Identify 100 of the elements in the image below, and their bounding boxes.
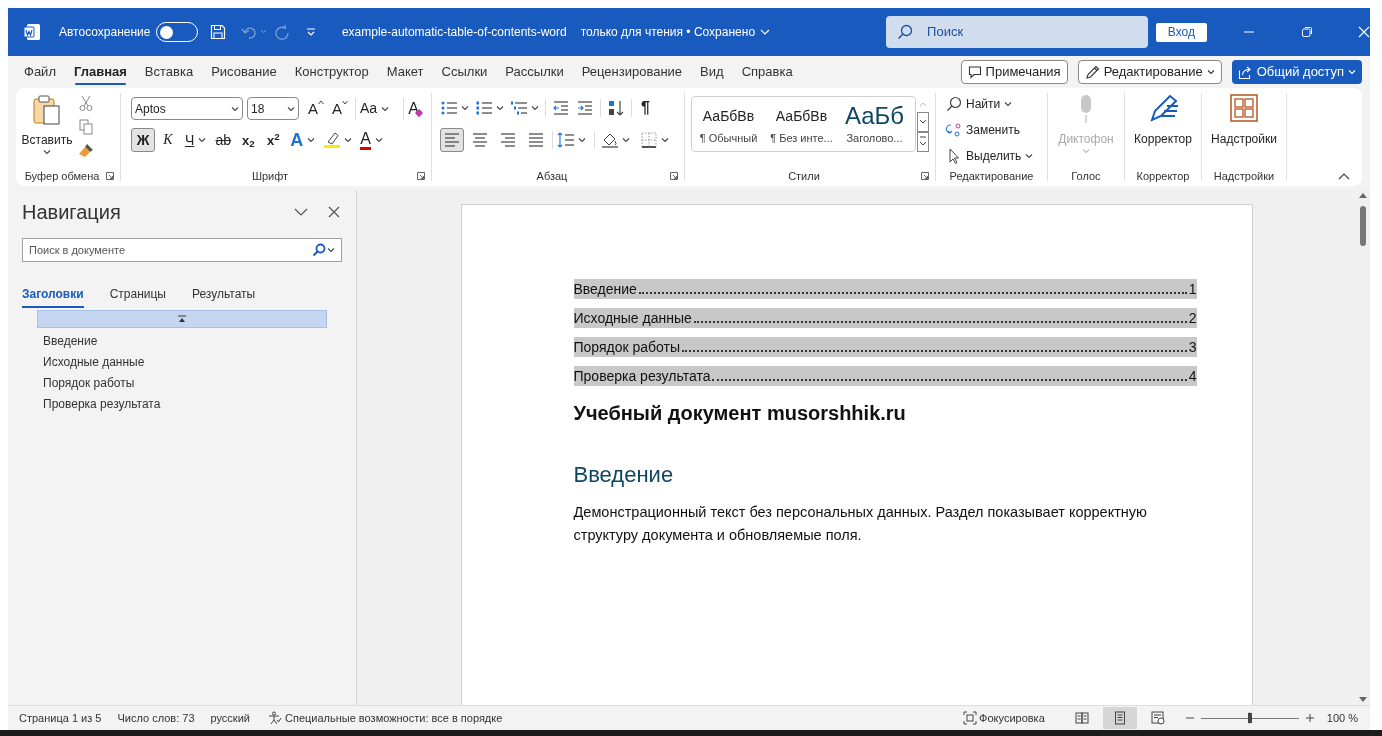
autosave-label: Автосохранение	[59, 24, 151, 41]
bold-button[interactable]: Ж	[131, 128, 155, 152]
menu-tab[interactable]: Главная	[65, 59, 135, 85]
subscript-button[interactable]: x$_{2}$	[236, 128, 261, 152]
style-item[interactable]: АаБб Заголово...	[838, 97, 911, 151]
menu-tab[interactable]: Конструктор	[286, 59, 377, 85]
toc-entry[interactable]: Введение 1	[573, 279, 1197, 299]
focus-button[interactable]: Фокусировка	[963, 709, 1045, 727]
color-button[interactable]: A	[356, 128, 387, 152]
language[interactable]: русский	[210, 709, 250, 727]
corrector-button[interactable]: Корректор	[1134, 94, 1192, 166]
caret-icon	[344, 137, 353, 143]
toc-entry[interactable]: Проверка результата 4	[573, 366, 1197, 386]
search-icon	[312, 243, 326, 257]
word-count[interactable]: Число слов: 73	[117, 709, 195, 727]
customize-toolbar-icon[interactable]	[305, 27, 316, 37]
dialog-launcher-icon[interactable]	[670, 172, 678, 180]
dialog-launcher-icon[interactable]	[921, 172, 929, 180]
shading-button[interactable]	[601, 131, 630, 149]
sign-in-button[interactable]: Вход	[1155, 22, 1207, 42]
grow-font-button[interactable]: A	[305, 97, 327, 120]
zoom-in-icon[interactable]	[1304, 713, 1315, 723]
document-search-field[interactable]: Поиск в документе	[22, 238, 342, 262]
menu-tab[interactable]: Ссылки	[433, 59, 496, 85]
zoom-level[interactable]: 100 %	[1326, 709, 1358, 727]
bullets-button[interactable]	[440, 99, 469, 117]
multilevel-list-button[interactable]	[510, 99, 539, 117]
share-button[interactable]: Общий доступ	[1231, 60, 1362, 84]
dialog-launcher-icon[interactable]	[417, 172, 425, 180]
line-spacing-button[interactable]	[557, 131, 586, 149]
show-formatting-button[interactable]: ¶	[638, 96, 653, 120]
share-icon	[1237, 64, 1253, 80]
menu-tab[interactable]: Рисование	[203, 59, 285, 85]
document-app-icon[interactable]	[23, 23, 41, 41]
change-case-button[interactable]: Aa	[355, 97, 394, 120]
caret-icon	[231, 105, 239, 112]
search-icon	[946, 96, 962, 113]
toc-entry[interactable]: Исходные данные 2	[573, 308, 1197, 328]
more-styles-icon[interactable]	[917, 132, 929, 152]
menu-tab[interactable]: Рецензирование	[573, 59, 691, 85]
numbering-button[interactable]	[475, 99, 504, 117]
increase-indent-icon[interactable]	[576, 99, 594, 117]
menu-tab[interactable]: Вставка	[136, 59, 202, 85]
heading-item[interactable]: Проверка результата	[43, 394, 356, 415]
editing-button[interactable]: Редактирование	[1077, 60, 1222, 84]
align-left-button[interactable]	[440, 128, 464, 152]
add-ins-button[interactable]: Надстройки	[1211, 94, 1277, 166]
save-icon[interactable]	[209, 24, 226, 40]
select-button[interactable]: Выделить	[946, 145, 1047, 166]
brush-icon[interactable]	[78, 143, 94, 159]
collapse-all-icon	[178, 315, 186, 323]
restore-icon[interactable]	[1301, 26, 1313, 38]
pane-tab[interactable]: Результаты	[191, 282, 256, 308]
cursor-arrow-icon	[946, 147, 962, 164]
decrease-indent-icon[interactable]	[552, 99, 570, 117]
shrink-font-button[interactable]: A	[329, 97, 352, 120]
heading-item[interactable]: Порядок работы	[43, 373, 356, 394]
menu-tab[interactable]: Рассылки	[497, 59, 572, 85]
menu-tab[interactable]: Вид	[692, 59, 732, 85]
effects-button[interactable]: A	[286, 128, 320, 152]
dialog-launcher-icon[interactable]	[106, 172, 114, 180]
menu-tab[interactable]: Справка	[733, 59, 801, 85]
scroll-down-icon[interactable]	[917, 112, 929, 132]
font-size-field[interactable]: 18	[247, 97, 299, 120]
font-name-field[interactable]: Aptos	[131, 97, 243, 120]
zoom-slider[interactable]	[1200, 712, 1299, 724]
find-button[interactable]: Найти	[946, 94, 1047, 115]
pane-tab[interactable]: Заголовки	[22, 282, 84, 308]
accessibility-button[interactable]: Специальные возможности: все в порядке	[268, 709, 503, 727]
sort-icon[interactable]	[607, 99, 625, 117]
style-item[interactable]: АаБбВв ¶ Обычный	[692, 97, 765, 151]
heading-item[interactable]: Введение	[43, 331, 356, 352]
collapse-ribbon-icon[interactable]	[1338, 172, 1350, 180]
pen-icon	[1147, 94, 1179, 124]
zoom-thumb[interactable]	[1247, 713, 1252, 723]
paste-button[interactable]: Вставить	[16, 94, 78, 166]
superscript-button[interactable]: x$^{2}$	[261, 128, 286, 152]
print-view-button[interactable]	[1102, 707, 1137, 729]
chevron-down-icon[interactable]	[294, 207, 308, 217]
strike-button[interactable]: ab	[211, 128, 236, 152]
document-title: example-automatic-table-of-contents-word	[341, 24, 567, 41]
pane-tab[interactable]: Страницы	[109, 282, 166, 308]
style-item[interactable]: АаБбВв ¶ Без инте...	[765, 97, 838, 151]
heading-item[interactable]: Исходные данные	[43, 352, 356, 373]
italic-button[interactable]: К	[156, 128, 180, 152]
scroll-down-icon	[1359, 697, 1367, 703]
menu-tab[interactable]: Макет	[378, 59, 432, 85]
underline-button[interactable]: Ч	[181, 128, 211, 152]
close-icon[interactable]	[328, 206, 340, 218]
comments-button[interactable]: Примечания	[960, 60, 1068, 84]
replace-button[interactable]: Заменить	[946, 119, 1047, 141]
scissors-icon[interactable]	[79, 95, 93, 111]
toc-entry[interactable]: Порядок работы 3	[573, 337, 1197, 357]
body-paragraph: Демонстрационный текст без персональных данных. Раздел показывает корректную структуру документа и обновляемые поля.	[573, 503, 1148, 545]
caret-icon	[342, 99, 349, 105]
menu-tab[interactable]: Файл	[16, 59, 64, 85]
page-count[interactable]: Страница 1 из 5	[19, 709, 102, 727]
borders-button[interactable]	[640, 131, 669, 149]
search-icon	[897, 24, 914, 40]
search-field[interactable]: Поиск	[886, 16, 1148, 48]
